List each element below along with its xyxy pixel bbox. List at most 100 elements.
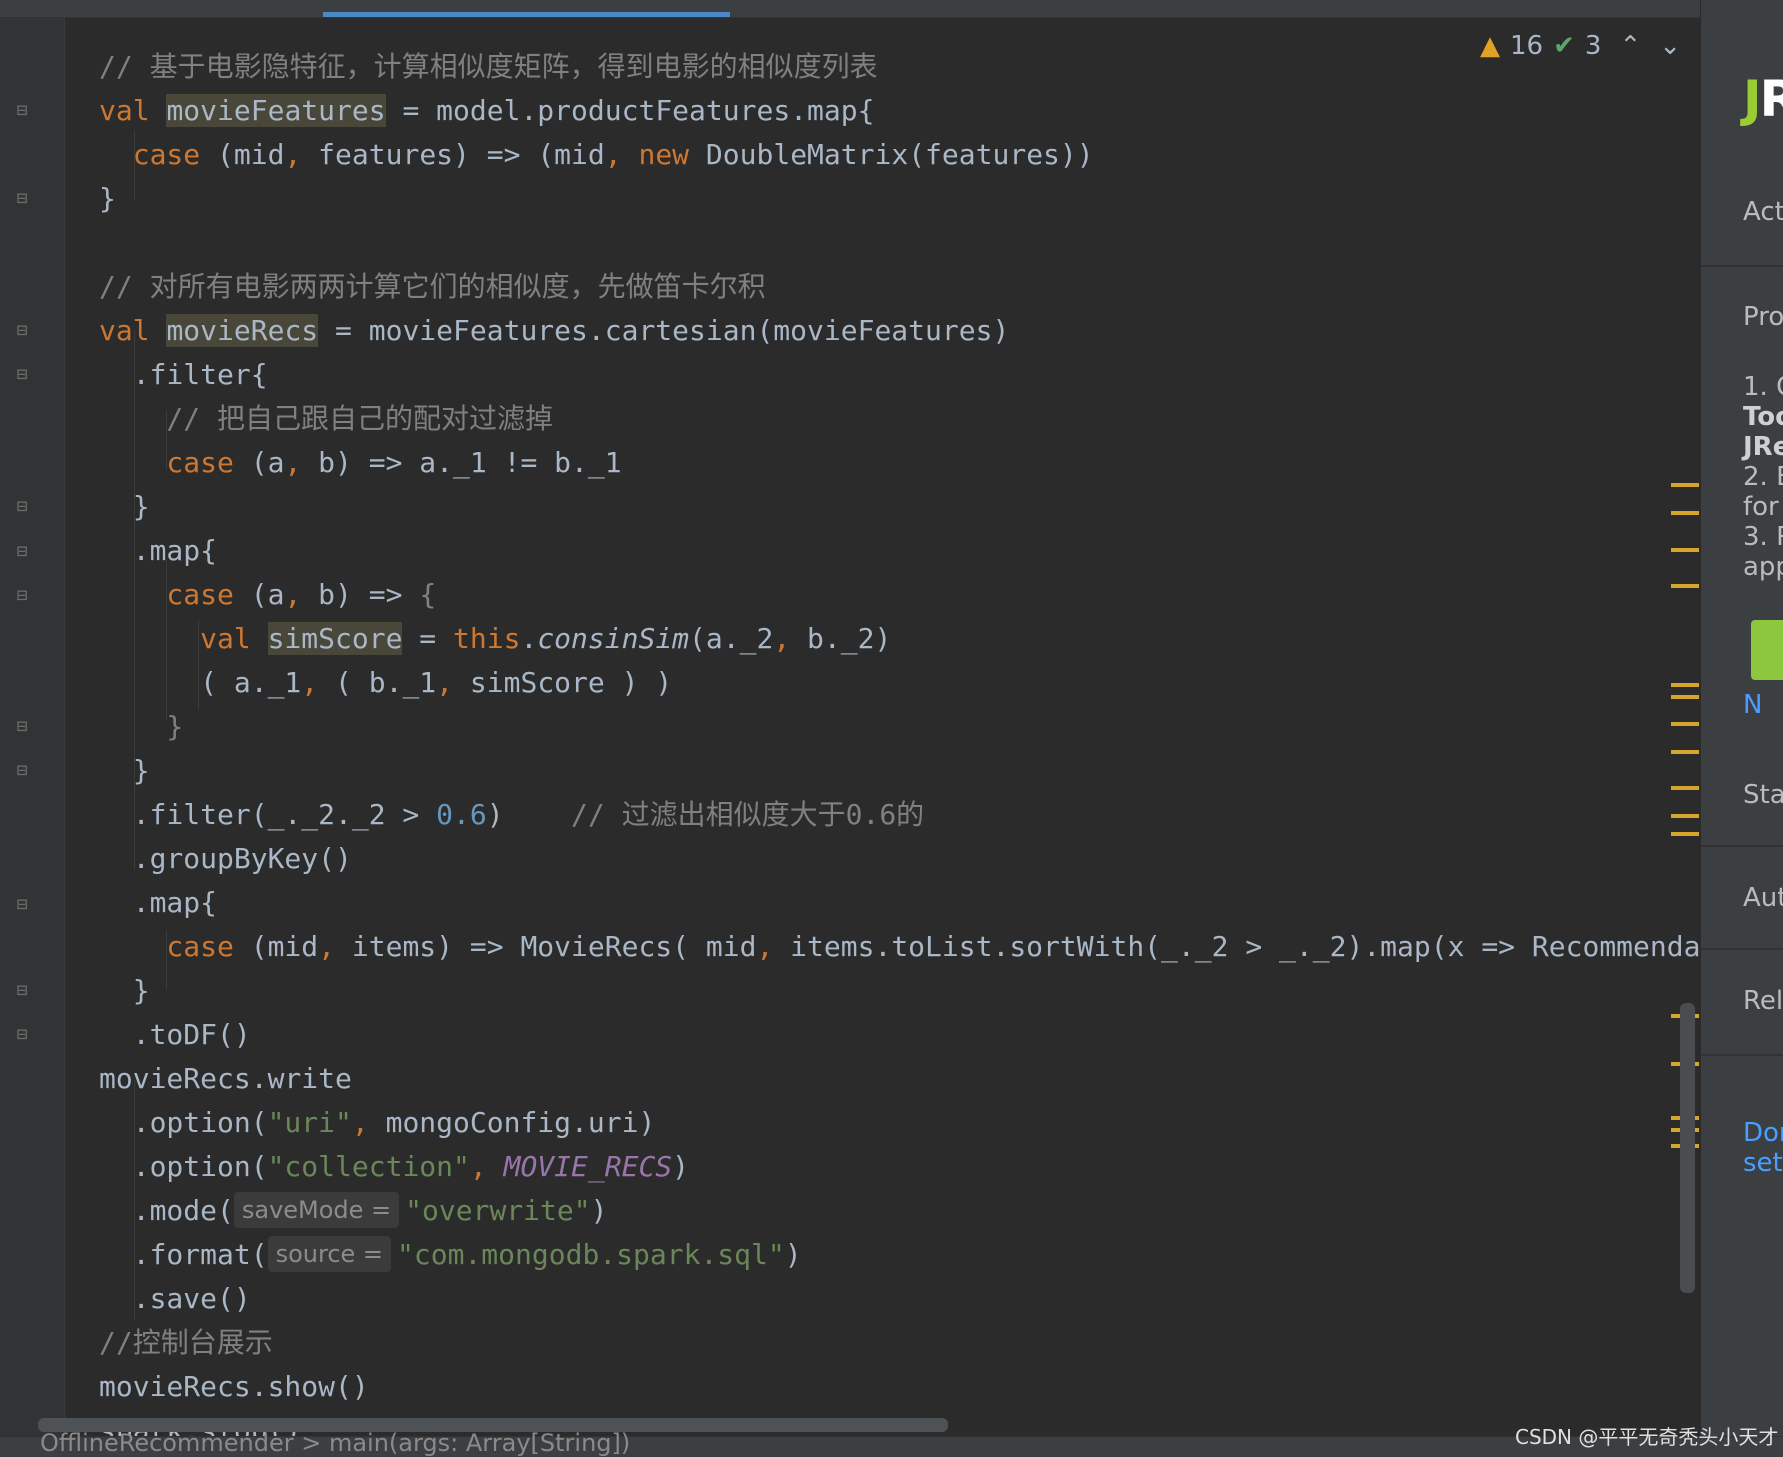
code-line[interactable]: .format(source = "com.mongodb.spark.sql")	[99, 1233, 802, 1277]
code-line[interactable]: .toDF()	[99, 1013, 251, 1057]
indent-guide	[134, 130, 135, 200]
panel-text-don[interactable]: Don	[1743, 1118, 1783, 1148]
code-line[interactable]: // 基于电影隐特征，计算相似度矩阵，得到电影的相似度列表	[99, 45, 878, 89]
code-line[interactable]: .option("collection", MOVIE_RECS)	[99, 1145, 689, 1189]
code-token: )	[672, 1150, 690, 1183]
code-line[interactable]: movieRecs.write	[99, 1057, 352, 1101]
code-line[interactable]: .map{	[99, 529, 217, 573]
code-token: b) =>	[318, 578, 420, 611]
warning-count: 16	[1510, 31, 1544, 61]
fold-icon[interactable]: ⊟	[14, 190, 30, 208]
code-line[interactable]: // 对所有电影两两计算它们的相似度，先做笛卡尔积	[99, 265, 766, 309]
warning-marker[interactable]	[1671, 814, 1699, 818]
code-token: ,	[301, 666, 336, 699]
code-line[interactable]: .mode(saveMode = "overwrite")	[99, 1189, 607, 1233]
code-token: .mode(	[99, 1194, 234, 1227]
code-line[interactable]: val movieFeatures = model.productFeature…	[99, 89, 874, 133]
code-token: .toDF()	[99, 1018, 251, 1051]
fold-icon[interactable]: ⊟	[14, 982, 30, 1000]
fold-icon[interactable]: ⊟	[14, 498, 30, 516]
code-line[interactable]: .map{	[99, 881, 217, 925]
fold-icon[interactable]: ⊟	[14, 1026, 30, 1044]
code-line[interactable]: ( a._1, ( b._1, simScore ) )	[99, 661, 672, 705]
code-line[interactable]: val movieRecs = movieFeatures.cartesian(…	[99, 309, 1009, 353]
warning-marker[interactable]	[1671, 786, 1699, 790]
panel-text-setu[interactable]: setu	[1743, 1148, 1783, 1178]
fold-icon[interactable]: ⊟	[14, 322, 30, 340]
code-line[interactable]: .filter{	[99, 353, 268, 397]
code-line[interactable]: // 把自己跟自己的配对过滤掉	[99, 397, 553, 441]
fold-icon[interactable]: ⊟	[14, 718, 30, 736]
editor-gutter[interactable]: ⊟ ⊟ ⊟ ⊟ ⊟ ⊟ ⊟ ⊟ ⊟ ⊟ ⊟ ⊟	[0, 17, 65, 1437]
warning-marker[interactable]	[1671, 695, 1699, 699]
problems-indicator[interactable]: ▲ 16 ✔ 3 ⌃ ⌄	[1480, 28, 1681, 64]
warning-marker[interactable]	[1671, 683, 1699, 687]
code-line[interactable]: case (mid, features) => (mid, new Double…	[99, 133, 1094, 177]
code-token: .format(	[99, 1238, 268, 1271]
code-line[interactable]: }	[99, 485, 150, 529]
previous-problem-icon[interactable]: ⌃	[1619, 31, 1641, 61]
code-line[interactable]: case (a, b) => {	[99, 573, 436, 617]
code-line[interactable]: case (mid, items) => MovieRecs( mid, ite…	[99, 925, 1783, 969]
code-line[interactable]: .save()	[99, 1277, 251, 1321]
code-token: //控制台展示	[99, 1326, 273, 1359]
code-token: ,	[284, 138, 319, 171]
warning-marker[interactable]	[1671, 750, 1699, 754]
next-problem-icon[interactable]: ⌄	[1659, 31, 1681, 61]
breadcrumb[interactable]: OfflineRecommender > main(args: Array[St…	[40, 1429, 630, 1457]
code-token: ( a._1	[99, 666, 302, 699]
fold-icon[interactable]: ⊟	[14, 587, 30, 605]
panel-divider	[1701, 265, 1783, 267]
panel-text-link1[interactable]: N	[1743, 690, 1762, 720]
code-token: .filter(_._2._2 >	[99, 798, 437, 831]
panel-text-proj: Proj	[1743, 302, 1783, 332]
code-line[interactable]: }	[99, 969, 150, 1013]
code-line[interactable]: movieRecs.show()	[99, 1365, 369, 1409]
code-line[interactable]: }	[99, 177, 116, 221]
editor-tab-bar[interactable]	[0, 0, 1700, 18]
code-token: }	[99, 182, 116, 215]
code-token: ,	[351, 1106, 386, 1139]
code-token: .filter{	[99, 358, 268, 391]
fold-icon[interactable]: ⊟	[14, 102, 30, 120]
code-line[interactable]: }	[99, 705, 183, 749]
warning-marker[interactable]	[1671, 832, 1699, 836]
code-line[interactable]: .option("uri", mongoConfig.uri)	[99, 1101, 656, 1145]
code-token: simScore ) )	[469, 666, 673, 699]
jrebel-tool-window[interactable]: JR Acti Proj 1. OTooJRel2. Erfor y3. Reapp…	[1700, 0, 1783, 1436]
code-line[interactable]: .groupByKey()	[99, 837, 352, 881]
warning-marker[interactable]	[1671, 722, 1699, 726]
warning-marker[interactable]	[1671, 584, 1699, 588]
code-line[interactable]: //控制台展示	[99, 1321, 273, 1365]
fold-icon[interactable]: ⊟	[14, 366, 30, 384]
warning-marker[interactable]	[1671, 483, 1699, 487]
code-token: // 过滤出相似度大于0.6的	[571, 798, 925, 831]
panel-text-s2: Too	[1743, 402, 1783, 432]
code-token: = model.productFeatures.map{	[385, 94, 875, 127]
code-token: .	[520, 622, 538, 655]
code-token: MOVIE_RECS	[503, 1150, 673, 1183]
warning-marker[interactable]	[1671, 511, 1699, 515]
activate-button[interactable]	[1751, 620, 1783, 680]
code-token: // 对所有电影两两计算它们的相似度，先做笛卡尔积	[99, 270, 766, 303]
code-line[interactable]: }	[99, 749, 150, 793]
fold-icon[interactable]: ⊟	[14, 896, 30, 914]
code-line[interactable]: .filter(_._2._2 > 0.6) // 过滤出相似度大于0.6的	[99, 793, 924, 837]
code-token: }	[99, 490, 150, 523]
ok-count: 3	[1584, 31, 1602, 61]
panel-text-s1: 1. O	[1743, 372, 1783, 402]
fold-icon[interactable]: ⊟	[14, 762, 30, 780]
vertical-scrollbar[interactable]	[1680, 1003, 1695, 1293]
code-line[interactable]: case (a, b) => a._1 != b._1	[99, 441, 621, 485]
code-token: simScore	[267, 622, 403, 655]
code-token: ,	[284, 578, 319, 611]
fold-icon[interactable]: ⊟	[14, 543, 30, 561]
panel-text-s7: app	[1743, 552, 1783, 582]
panel-text-aut: Aut	[1743, 883, 1783, 913]
warning-marker[interactable]	[1671, 548, 1699, 552]
code-token: ,	[318, 930, 352, 963]
code-token: "uri"	[267, 1106, 352, 1139]
code-line[interactable]: val simScore = this.consinSim(a._2, b._2…	[99, 617, 891, 661]
code-token: val	[99, 622, 268, 655]
code-token: ,	[756, 930, 791, 963]
